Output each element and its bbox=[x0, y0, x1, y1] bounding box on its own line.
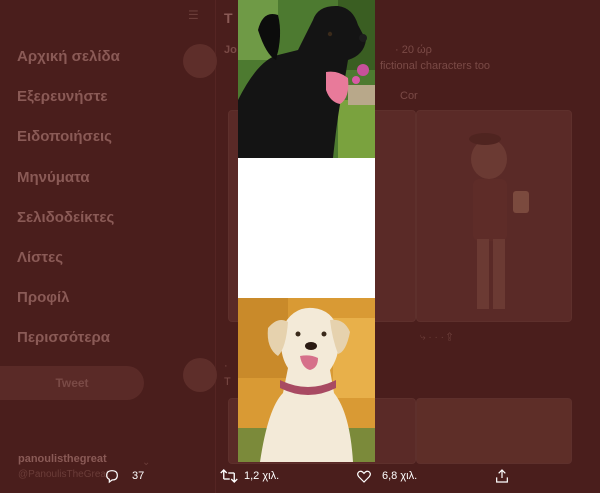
sidebar-item-more[interactable]: Περισσότερα bbox=[17, 329, 110, 346]
retweet-count: 1,2 χιλ. bbox=[244, 470, 280, 482]
media-card-right[interactable] bbox=[416, 398, 572, 464]
media-card-right[interactable] bbox=[416, 110, 572, 322]
like-count: 6,8 χιλ. bbox=[382, 470, 418, 482]
retweet-button[interactable]: 1,2 χιλ. bbox=[220, 468, 279, 484]
share-icon bbox=[496, 469, 508, 483]
feed-divider bbox=[215, 0, 216, 493]
tweet-text: T bbox=[224, 376, 231, 388]
black-labrador-photo bbox=[238, 0, 375, 158]
card-actions: ⤷ · · · ⇪ bbox=[420, 332, 453, 343]
retweet-icon bbox=[220, 469, 238, 483]
tweet-text: fictional characters too bbox=[380, 60, 491, 72]
share-button[interactable] bbox=[494, 468, 510, 484]
card-button[interactable]: Cor bbox=[400, 90, 418, 102]
reply-button[interactable]: 37 bbox=[104, 468, 144, 484]
heart-icon bbox=[357, 470, 371, 483]
media-action-bar bbox=[0, 462, 600, 493]
menu-icon[interactable]: ☰ bbox=[188, 8, 199, 22]
sidebar-item-explore[interactable]: Εξερευνήστε bbox=[17, 88, 108, 105]
sidebar-item-lists[interactable]: Λίστες bbox=[17, 249, 63, 266]
sidebar-item-bookmarks[interactable]: Σελιδοδείκτες bbox=[17, 209, 114, 226]
feed-title: T bbox=[224, 10, 233, 26]
tweet-author[interactable]: Jo bbox=[224, 44, 237, 56]
sidebar-item-messages[interactable]: Μηνύματα bbox=[17, 169, 90, 186]
tweet-button[interactable]: Tweet bbox=[0, 366, 144, 400]
reply-icon bbox=[106, 470, 118, 484]
avatar[interactable] bbox=[183, 358, 217, 392]
like-button[interactable]: 6,8 χιλ. bbox=[356, 468, 417, 484]
sidebar-item-notifications[interactable]: Ειδοποιήσεις bbox=[17, 128, 112, 145]
yellow-labrador-photo bbox=[238, 298, 375, 462]
tweet-author[interactable]: · bbox=[224, 360, 228, 372]
media-viewer[interactable] bbox=[238, 0, 375, 462]
sidebar: Αρχική σελίδα Εξερευνήστε Ειδοποιήσεις Μ… bbox=[0, 0, 200, 493]
sidebar-item-home[interactable]: Αρχική σελίδα bbox=[17, 48, 120, 65]
tweet-meta: · 20 ώρ bbox=[395, 44, 432, 56]
sidebar-item-profile[interactable]: Προφίλ bbox=[17, 289, 70, 306]
cartoon-character-image bbox=[469, 133, 529, 309]
reply-count: 37 bbox=[132, 470, 145, 482]
avatar[interactable] bbox=[183, 44, 217, 78]
